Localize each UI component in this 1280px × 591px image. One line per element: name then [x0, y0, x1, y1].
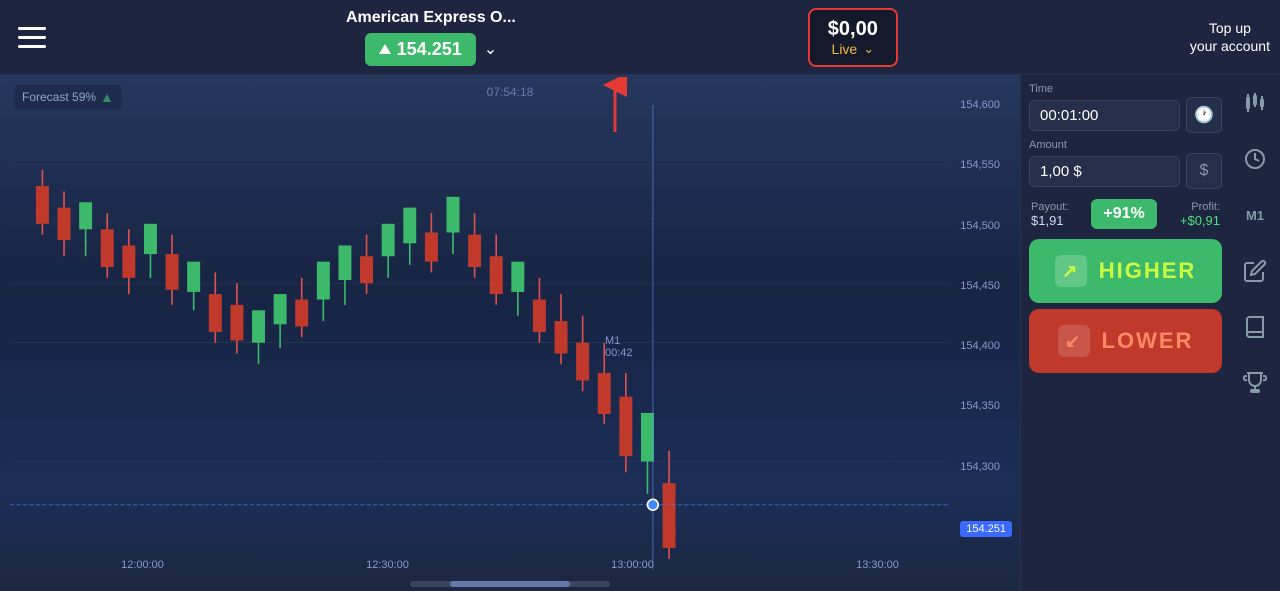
clock-icon[interactable]	[1237, 141, 1273, 177]
time-icon-btn[interactable]: 🕐	[1186, 97, 1222, 133]
payout-label: Payout:	[1031, 201, 1068, 213]
up-arrow-icon	[379, 44, 391, 54]
balance-amount: $0,00	[828, 18, 878, 41]
asset-dropdown-icon[interactable]: ⌄	[484, 39, 497, 59]
lower-button[interactable]: ↙ LOWER	[1029, 309, 1222, 373]
x-time-2: 12:30:00	[366, 559, 409, 571]
asset-price-badge[interactable]: 154.251	[365, 33, 476, 66]
x-axis-labels: 12:00:00 12:30:00 13:00:00 13:30:00	[0, 559, 1020, 571]
amount-field: Amount 1,00 $ $	[1029, 139, 1222, 189]
price-label-2: 154,550	[960, 159, 1012, 171]
x-time-1: 12:00:00	[121, 559, 164, 571]
profit-box: Profit: +$0,91	[1180, 201, 1220, 228]
current-price-label: 154.251	[960, 521, 1012, 537]
time-label: Time	[1029, 83, 1222, 95]
scrollbar-thumb[interactable]	[450, 581, 570, 587]
lower-arrow-icon: ↙	[1058, 325, 1090, 357]
live-label: Live	[832, 41, 858, 57]
time-row: 00:01:00 🕐	[1029, 97, 1222, 133]
book-icon[interactable]	[1237, 309, 1273, 345]
chart-time-label: 07:54:18	[487, 85, 534, 99]
forecast-label: Forecast 59%	[22, 90, 96, 104]
amount-row: 1,00 $ $	[1029, 153, 1222, 189]
candlestick-view-icon[interactable]	[1237, 85, 1273, 121]
amount-label: Amount	[1029, 139, 1222, 151]
currency-btn[interactable]: $	[1186, 153, 1222, 189]
price-label-1: 154,600	[960, 99, 1012, 111]
lower-label: LOWER	[1102, 328, 1194, 354]
asset-price: 154.251	[397, 39, 462, 60]
payout-profit-row: Payout: $1,91 +91% Profit: +$0,91	[1029, 195, 1222, 233]
profit-value: +$0,91	[1180, 213, 1220, 228]
higher-label: HIGHER	[1099, 258, 1197, 284]
chart-container: Forecast 59% ▲ 07:54:18	[0, 75, 1020, 591]
y-axis-labels: 154,600 154,550 154,500 154,450 154,400 …	[960, 75, 1012, 561]
price-label-6: 154,350	[960, 400, 1012, 412]
x-time-3: 13:00:00	[611, 559, 654, 571]
asset-section: American Express O... 154.251 ⌄	[346, 9, 516, 66]
payout-box: Payout: $1,91	[1031, 201, 1068, 228]
balance-section[interactable]: $0,00 Live ⌄	[808, 8, 898, 67]
asset-price-row: 154.251 ⌄	[365, 33, 497, 66]
top-bar: American Express O... 154.251 ⌄ $0,00 Li…	[0, 0, 1280, 75]
higher-arrow-icon: ↗	[1055, 255, 1087, 287]
trophy-icon[interactable]	[1237, 365, 1273, 401]
x-time-4: 13:30:00	[856, 559, 899, 571]
scrollbar-track[interactable]	[410, 581, 610, 587]
top-up-line1: Top up	[1209, 19, 1251, 37]
balance-live-row: Live ⌄	[832, 41, 875, 57]
higher-button[interactable]: ↗ HIGHER	[1029, 239, 1222, 303]
top-up-line2: your account	[1190, 37, 1270, 55]
payout-value: $1,91	[1031, 213, 1068, 228]
m1-timeframe-label[interactable]: M1	[1237, 197, 1273, 233]
right-panel: Time 00:01:00 🕐 Amount 1,00 $ $ Payout: …	[1020, 75, 1230, 591]
price-label-4: 154,450	[960, 280, 1012, 292]
asset-name: American Express O...	[346, 9, 516, 27]
time-input[interactable]: 00:01:00	[1029, 100, 1180, 131]
amount-input[interactable]: 1,00 $	[1029, 156, 1180, 187]
m1-label: M1 00:42	[605, 335, 633, 359]
live-chevron-icon: ⌄	[863, 41, 874, 57]
forecast-up-icon: ▲	[100, 89, 114, 105]
price-label-3: 154,500	[960, 220, 1012, 232]
profit-label: Profit:	[1180, 201, 1220, 213]
candlestick-chart	[10, 105, 950, 570]
payout-pct-badge: +91%	[1091, 199, 1156, 229]
hamburger-button[interactable]	[10, 15, 54, 59]
time-field: Time 00:01:00 🕐	[1029, 83, 1222, 133]
main-area: Forecast 59% ▲ 07:54:18	[0, 75, 1280, 591]
edit-icon[interactable]	[1237, 253, 1273, 289]
top-up-section[interactable]: Top up your account	[1190, 19, 1270, 55]
arrow-indicator	[595, 77, 635, 137]
price-label-7: 154,300	[960, 461, 1012, 473]
price-label-5: 154,400	[960, 340, 1012, 352]
side-icons-panel: M1	[1230, 75, 1280, 591]
